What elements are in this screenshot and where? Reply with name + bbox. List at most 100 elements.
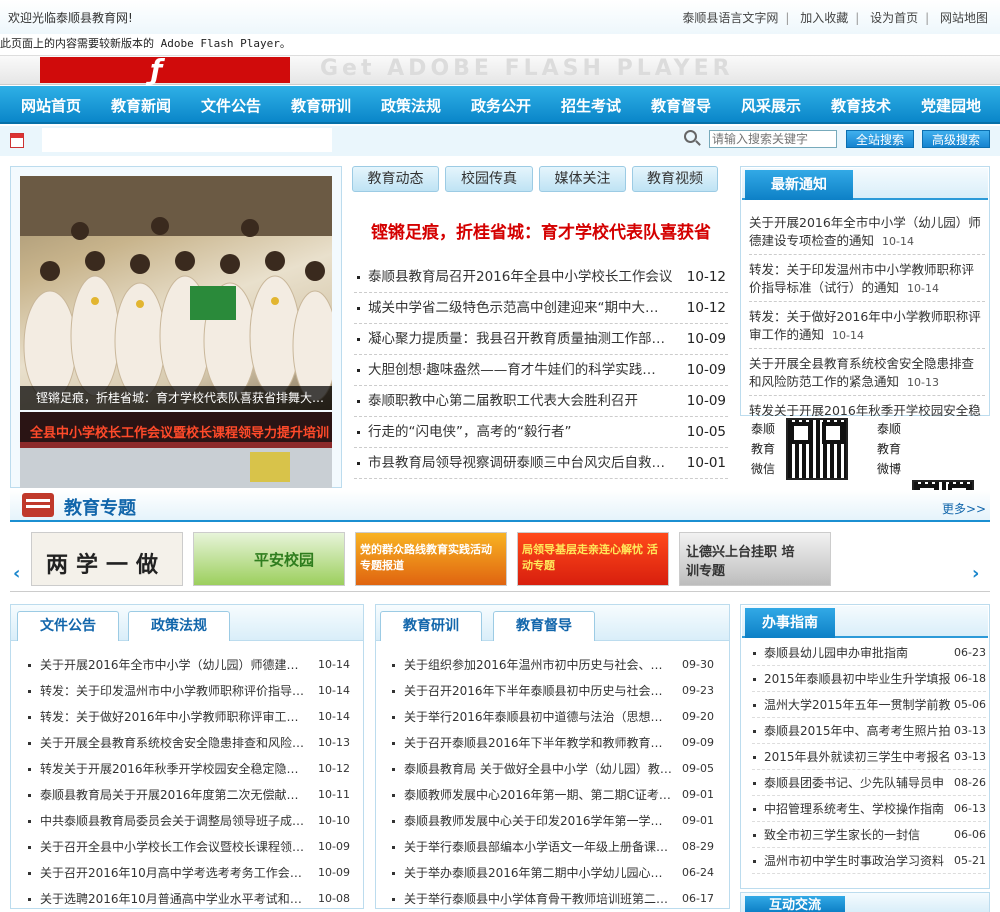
special-more-link[interactable]: 更多>> xyxy=(942,500,986,517)
banner-leaders-grassroots[interactable]: 局领导基层走亲连心解忧 活动专题 xyxy=(517,532,669,586)
list-item[interactable]: 泰顺县团委书记、少先队辅导员申 08-26 xyxy=(752,770,986,796)
wechat-qr-code xyxy=(786,418,848,480)
notice-item[interactable]: 转发关于开展2016年秋季开学校园安全稳定隐患排查整治工作的通知10-12 xyxy=(749,400,985,416)
nav-showcase[interactable]: 风采展示 xyxy=(741,95,801,116)
list-item[interactable]: 关于选聘2016年10月普通高中学业水平考试和普… 10-08 xyxy=(26,886,350,912)
documents-panel-header: 文件公告 政策法规 xyxy=(11,605,363,641)
list-item[interactable]: 转发：关于印发温州市中小学教师职称评价指导… 10-14 xyxy=(26,678,350,704)
list-item[interactable]: 关于举行泰顺县部编本小学语文一年级上册备课… 08-29 xyxy=(390,834,714,860)
notice-item[interactable]: 关于开展2016年全市中小学（幼儿园）师德建设专项检查的通知 10-14 xyxy=(749,212,985,255)
list-item[interactable]: 关于举行2016年泰顺县初中道德与法治（思想品… 09-20 xyxy=(390,704,714,730)
list-item[interactable]: 泰顺县2015年中、高考考生照片拍 03-13 xyxy=(752,718,986,744)
tab-supervision[interactable]: 教育督导 xyxy=(493,611,595,641)
list-item[interactable]: 关于召开2016年10月高中学考选考考务工作会议… 10-09 xyxy=(26,860,350,886)
list-item[interactable]: 2015年泰顺县初中毕业生升学填报 06-18 xyxy=(752,666,986,692)
calendar-icon xyxy=(10,133,24,148)
news-item[interactable]: 市县教育局领导视察调研泰顺三中台风灾后自救… 10-01 xyxy=(354,448,728,479)
list-item[interactable]: 关于召开全县中小学校长工作会议暨校长课程领… 10-09 xyxy=(26,834,350,860)
link-add-favorite[interactable]: 加入收藏 xyxy=(800,11,848,25)
news-item[interactable]: 泰顺职教中心第二届教职工代表大会胜利召开 10-09 xyxy=(354,386,728,417)
nav-admission[interactable]: 招生考试 xyxy=(561,95,621,116)
list-item[interactable]: 2015年县外就读初三学生中考报名 03-13 xyxy=(752,744,986,770)
headline-link[interactable]: 铿锵足痕，折桂省城：育才学校代表队喜获省 xyxy=(352,218,730,243)
news-item[interactable]: 大胆创想·趣味盎然——育才牛娃们的科学实践… 10-09 xyxy=(354,355,728,386)
nav-party[interactable]: 党建园地 xyxy=(921,95,981,116)
carousel-next-icon[interactable]: › xyxy=(972,563,979,584)
list-item[interactable]: 中共泰顺县教育局委员会关于调整局领导班子成… 10-10 xyxy=(26,808,350,834)
tab-media[interactable]: 媒体关注 xyxy=(539,166,626,192)
tab-documents[interactable]: 文件公告 xyxy=(17,611,119,641)
list-item[interactable]: 关于开展2016年全市中小学（幼儿园）师德建设… 10-14 xyxy=(26,652,350,678)
list-item[interactable]: 致全市初三学生家长的一封信 06-06 xyxy=(752,822,986,848)
flash-get-text: Get ADOBE FLASH PLAYER xyxy=(320,56,734,81)
special-header xyxy=(10,490,990,522)
guide-title[interactable]: 办事指南 xyxy=(745,608,835,638)
list-item[interactable]: 转发关于开展2016年秋季开学校园安全稳定隐患… 10-12 xyxy=(26,756,350,782)
list-item[interactable]: 关于举办泰顺县2016年第二期中小学幼儿园心理… 06-24 xyxy=(390,860,714,886)
flash-f-icon: ƒ xyxy=(150,53,163,86)
link-set-homepage[interactable]: 设为首页 xyxy=(870,11,918,25)
notice-item[interactable]: 转发：关于做好2016年中小学教师职称评审工作的通知 10-14 xyxy=(749,306,985,349)
led-banner-text: 全县中小学校长工作会议暨校长课程领导力提升培训 xyxy=(30,426,330,441)
search-icon xyxy=(684,130,697,143)
weibo-label: 泰顺 教育 微博 xyxy=(876,422,901,476)
flash-notice: 此页面上的内容需要较新版本的 Adobe Flash Player。 xyxy=(0,37,291,50)
list-item[interactable]: 关于召开泰顺县2016年下半年教学和教师教育工… 09-09 xyxy=(390,730,714,756)
list-item[interactable]: 关于组织参加2016年温州市初中历史与社会、思… 09-30 xyxy=(390,652,714,678)
list-item[interactable]: 转发：关于做好2016年中小学教师职称评审工作… 10-14 xyxy=(26,704,350,730)
list-item[interactable]: 泰顺教师发展中心2016年第一期、第二期C证考… 09-01 xyxy=(390,782,714,808)
nav-research[interactable]: 教育研训 xyxy=(291,95,351,116)
main-nav: 网站首页 教育新闻 文件公告 教育研训 政策法规 政务公开 招生考试 教育督导 … xyxy=(0,86,1000,124)
slideshow-photo[interactable] xyxy=(20,176,332,410)
nav-supervision[interactable]: 教育督导 xyxy=(651,95,711,116)
nav-policy[interactable]: 政策法规 xyxy=(381,95,441,116)
list-item[interactable]: 泰顺县教师发展中心关于印发2016学年第一学期… 09-01 xyxy=(390,808,714,834)
list-item[interactable]: 泰顺县教育局关于开展2016年度第二次无偿献血… 10-11 xyxy=(26,782,350,808)
tab-policy[interactable]: 政策法规 xyxy=(128,611,230,641)
news-item[interactable]: 行走的“闪电侠”，高考的“毅行者” 10-05 xyxy=(354,417,728,448)
news-item[interactable]: 凝心聚力提质量：我县召开教育质量抽测工作部… 10-09 xyxy=(354,324,728,355)
notice-title[interactable]: 最新通知 xyxy=(745,170,853,200)
slideshow-caption[interactable]: 铿锵足痕，折桂省城：育才学校代表队喜获省排舞大… xyxy=(20,386,332,410)
nav-gov-affairs[interactable]: 政务公开 xyxy=(471,95,531,116)
notice-list: 关于开展2016年全市中小学（幼儿园）师德建设专项检查的通知 10-14 转发：关… xyxy=(749,212,985,416)
list-item[interactable]: 泰顺县教育局 关于做好全县中小学（幼儿园）教… 09-05 xyxy=(390,756,714,782)
news-item[interactable]: 泰顺县教育局召开2016年全县中小学校长工作会议 10-12 xyxy=(354,262,728,293)
site-search-button[interactable]: 全站搜索 xyxy=(846,130,914,148)
news-item[interactable]: 城关中学省二级特色示范高中创建迎来“期中大… 10-12 xyxy=(354,293,728,324)
special-title: 教育专题 xyxy=(64,498,136,519)
qr-panel: 泰顺 教育 微信 泰顺 教育 微博 xyxy=(740,416,990,542)
interact-title[interactable]: 互动交流 xyxy=(745,896,845,912)
carousel-prev-icon[interactable]: ‹ xyxy=(13,563,20,584)
nav-documents[interactable]: 文件公告 xyxy=(201,95,261,116)
tab-research[interactable]: 教育研训 xyxy=(380,611,482,641)
advanced-search-button[interactable]: 高级搜索 xyxy=(922,130,990,148)
search-input[interactable] xyxy=(709,130,837,148)
tab-video[interactable]: 教育视频 xyxy=(632,166,718,192)
nav-home[interactable]: 网站首页 xyxy=(21,95,81,116)
tab-campus[interactable]: 校园传真 xyxy=(445,166,533,192)
list-item[interactable]: 关于开展全县教育系统校舍安全隐患排查和风险… 10-13 xyxy=(26,730,350,756)
list-item[interactable]: 关于召开2016年下半年泰顺县初中历史与社会… 09-23 xyxy=(390,678,714,704)
notice-item[interactable]: 关于开展全县教育系统校舍安全隐患排查和风险防范工作的紧急通知 10-13 xyxy=(749,353,985,396)
banner-mass-line[interactable]: 党的群众路线教育实践活动 专题报道 xyxy=(355,532,507,586)
link-language-site[interactable]: 泰顺县语言文字网 xyxy=(682,11,778,25)
banner-two-study[interactable]: 两学一做 xyxy=(31,532,183,586)
banner-safe-campus[interactable]: 平安校园 xyxy=(193,532,345,586)
top-links: 泰顺县语言文字网 | 加入收藏 | 设为首页 | 网站地图 xyxy=(682,11,988,25)
research-panel-header: 教育研训 教育督导 xyxy=(376,605,729,641)
banner-training[interactable]: 让德兴上台挂职 培训专题 xyxy=(679,532,831,586)
link-sitemap[interactable]: 网站地图 xyxy=(940,11,988,25)
list-item[interactable]: 关于举行泰顺县中小学体育骨干教师培训班第二… 06-17 xyxy=(390,886,714,912)
tab-edu-dynamics[interactable]: 教育动态 xyxy=(352,166,439,192)
list-item[interactable]: 泰顺县幼儿园申办审批指南 06-23 xyxy=(752,640,986,666)
list-item[interactable]: 温州市初中学生时事政治学习资料 05-21 xyxy=(752,848,986,874)
date-display xyxy=(42,128,332,152)
welcome-text: 欢迎光临泰顺县教育网! xyxy=(8,11,133,25)
book-icon xyxy=(22,493,54,517)
nav-edu-news[interactable]: 教育新闻 xyxy=(111,95,171,116)
notice-item[interactable]: 转发：关于印发温州市中小学教师职称评价指导标准（试行）的通知 10-14 xyxy=(749,259,985,302)
list-item[interactable]: 温州大学2015年五年一贯制学前教 05-06 xyxy=(752,692,986,718)
list-item[interactable]: 中招管理系统考生、学校操作指南 06-13 xyxy=(752,796,986,822)
nav-technology[interactable]: 教育技术 xyxy=(831,95,891,116)
